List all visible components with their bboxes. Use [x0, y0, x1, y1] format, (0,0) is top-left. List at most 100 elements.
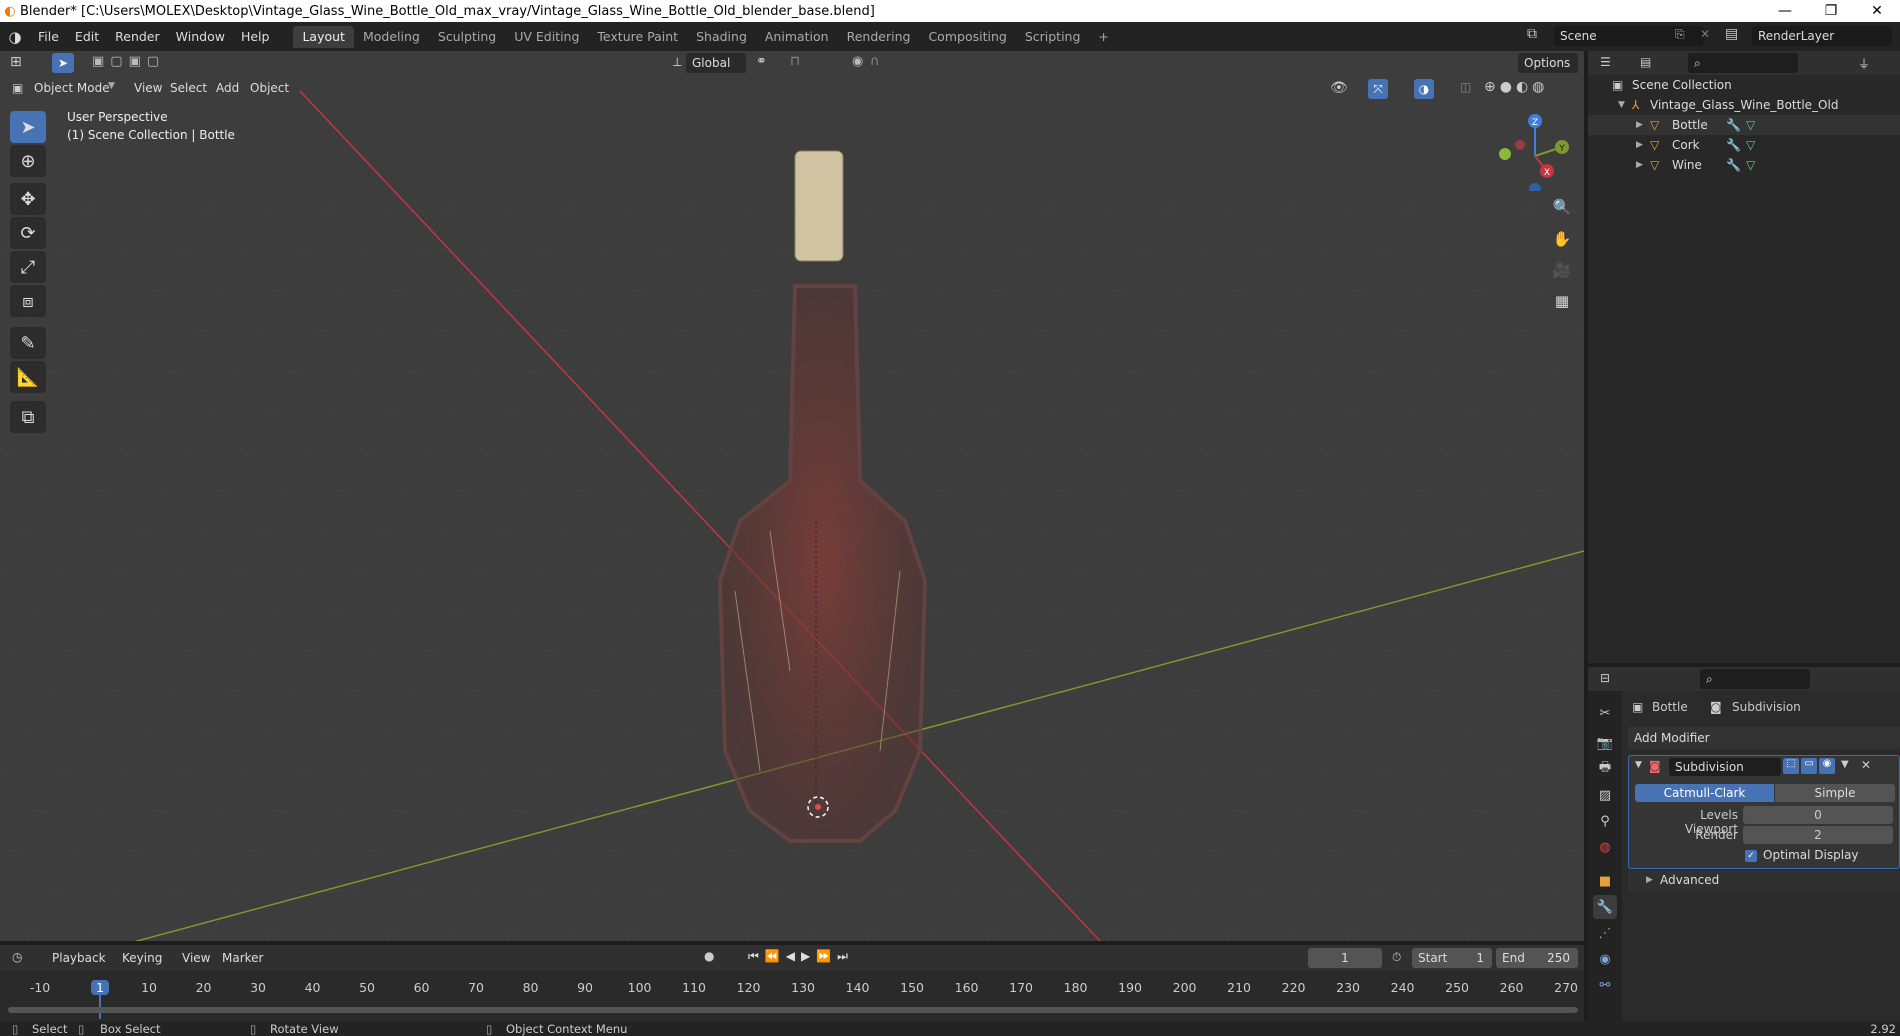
modifier-menu-chevron-icon[interactable]: ▼: [1841, 759, 1849, 770]
properties-editor-icon[interactable]: ⊟: [1600, 671, 1610, 685]
output-tab-icon[interactable]: 🖶: [1593, 757, 1617, 781]
tool-move[interactable]: ✥: [10, 183, 46, 215]
object-tab-icon[interactable]: ■: [1593, 869, 1617, 893]
tab-rendering[interactable]: Rendering: [838, 26, 920, 48]
tab-animation[interactable]: Animation: [756, 26, 838, 48]
xray-icon[interactable]: ◫: [1460, 80, 1471, 94]
menu-object[interactable]: Object: [244, 77, 295, 99]
tab-layout[interactable]: Layout: [293, 26, 354, 48]
tool-measure[interactable]: 📐: [10, 361, 46, 393]
camera-view-button[interactable]: 🎥: [1548, 256, 1576, 284]
render-tab-icon[interactable]: 📷: [1593, 731, 1617, 755]
zoom-view-button[interactable]: 🔍: [1548, 193, 1576, 221]
scene-icon[interactable]: ⧉: [1527, 26, 1537, 42]
overlay-toggle-icon[interactable]: ◑: [1414, 79, 1434, 99]
new-scene-icon[interactable]: ⎘: [1675, 27, 1685, 42]
properties-search-input[interactable]: ⌕: [1700, 669, 1810, 689]
mode-select[interactable]: Object Mode: [28, 77, 116, 99]
navigation-gizmo[interactable]: Z Y X: [1490, 111, 1570, 191]
timeline-scrollbar[interactable]: [8, 1007, 1578, 1013]
editor-type-icon[interactable]: ⊞: [10, 54, 22, 70]
modifier-name-input[interactable]: Subdivision: [1669, 758, 1781, 776]
add-modifier-button[interactable]: Add Modifier: [1628, 727, 1900, 749]
tool-add-cube[interactable]: ⧉: [10, 401, 46, 433]
expand-chevron-icon[interactable]: ▼: [1618, 95, 1625, 115]
cork-model[interactable]: [794, 150, 844, 262]
tab-shading[interactable]: Shading: [687, 26, 756, 48]
outliner-search-input[interactable]: ⌕: [1688, 53, 1798, 73]
menu-select[interactable]: Select: [164, 77, 213, 99]
pan-view-button[interactable]: ✋: [1548, 225, 1576, 253]
options-dropdown[interactable]: Options: [1518, 53, 1578, 73]
expand-chevron-icon[interactable]: ▶: [1636, 135, 1643, 155]
menu-help[interactable]: Help: [233, 22, 278, 51]
filter-icon[interactable]: ⏚: [1858, 55, 1870, 72]
add-workspace-button[interactable]: +: [1089, 26, 1117, 48]
outliner-collection-row[interactable]: ▼ ⅄ Vintage_Glass_Wine_Bottle_Old: [1588, 95, 1900, 115]
select-tool-icon[interactable]: ➤: [52, 53, 74, 73]
viewport-display-toggle-icon[interactable]: ▭: [1801, 758, 1817, 774]
tool-select-box[interactable]: ➤: [10, 111, 46, 143]
catmull-clark-button[interactable]: Catmull-Clark: [1635, 784, 1774, 802]
tab-modeling[interactable]: Modeling: [354, 26, 429, 48]
physics-tab-icon[interactable]: ◉: [1593, 947, 1617, 971]
tool-cursor[interactable]: ⊕: [10, 145, 46, 177]
expand-chevron-icon[interactable]: ▶: [1636, 155, 1643, 175]
menu-view[interactable]: View: [128, 77, 168, 99]
display-mode-icon[interactable]: ▤: [1640, 55, 1651, 69]
visibility-eye-icon[interactable]: 👁: [1330, 80, 1348, 96]
tab-texture-paint[interactable]: Texture Paint: [588, 26, 687, 48]
blender-menu-icon[interactable]: ◑: [0, 28, 30, 46]
tool-transform[interactable]: ⧈: [10, 285, 46, 317]
transform-orientation-select[interactable]: Global: [686, 53, 746, 73]
orientation-icon[interactable]: ⊥: [672, 55, 682, 69]
ortho-toggle-button[interactable]: ▦: [1548, 287, 1576, 315]
outliner-item-cork[interactable]: ▶ ▽ Cork 🔧 ▽: [1588, 135, 1900, 155]
proportional-edit-icon[interactable]: ◉: [852, 54, 863, 69]
tool-scale[interactable]: ⤢: [10, 251, 46, 283]
expand-chevron-icon[interactable]: ▶: [1636, 115, 1643, 135]
viewport-3d[interactable]: ⊞ ➤ ▣▢▣▢ ⊥ Global ⚭ ⊓ ◉ ∩ Options ▣ Obje…: [0, 51, 1584, 941]
levels-viewport-field[interactable]: 0: [1743, 806, 1893, 824]
menu-edit[interactable]: Edit: [67, 22, 107, 51]
outliner-item-bottle[interactable]: ▶ ▽ Bottle 🔧 ▽: [1588, 115, 1900, 135]
pivot-icon[interactable]: ⚭: [756, 54, 767, 69]
tab-scripting[interactable]: Scripting: [1016, 26, 1090, 48]
selection-mode-icons[interactable]: ▣▢▣▢: [92, 54, 165, 69]
world-tab-icon[interactable]: ◍: [1593, 835, 1617, 859]
render-levels-field[interactable]: 2: [1743, 826, 1893, 844]
tab-compositing[interactable]: Compositing: [919, 26, 1015, 48]
constraints-tab-icon[interactable]: ⚯: [1593, 973, 1617, 997]
particles-tab-icon[interactable]: ⋰: [1593, 921, 1617, 945]
tab-sculpting[interactable]: Sculpting: [429, 26, 505, 48]
edit-mode-toggle-icon[interactable]: ⬚: [1783, 758, 1799, 774]
restore-button[interactable]: ❐: [1808, 0, 1854, 22]
outliner-editor-icon[interactable]: ☰: [1600, 55, 1611, 69]
outliner-scene-collection[interactable]: ▣ Scene Collection: [1588, 75, 1900, 95]
gizmo-toggle-icon[interactable]: ⤧: [1368, 79, 1388, 99]
close-button[interactable]: ✕: [1854, 0, 1900, 22]
render-layer-selector[interactable]: RenderLayer: [1752, 26, 1892, 46]
render-layer-icon[interactable]: ▤: [1725, 26, 1738, 42]
tool-annotate[interactable]: ✎: [10, 327, 46, 359]
view-layer-tab-icon[interactable]: ▨: [1593, 783, 1617, 807]
delete-scene-icon[interactable]: ✕: [1700, 27, 1710, 41]
modifier-tab-icon[interactable]: 🔧: [1593, 895, 1617, 919]
simple-button[interactable]: Simple: [1775, 784, 1895, 802]
optimal-display-checkbox[interactable]: ✓: [1745, 850, 1757, 862]
tab-uv-editing[interactable]: UV Editing: [505, 26, 588, 48]
snap-icon[interactable]: ⊓: [790, 54, 800, 69]
menu-add[interactable]: Add: [210, 77, 245, 99]
shading-mode-icons[interactable]: ⊕●◐◍: [1484, 79, 1548, 95]
falloff-icon[interactable]: ∩: [870, 54, 880, 69]
menu-window[interactable]: Window: [168, 22, 233, 51]
scene-tab-icon[interactable]: ⚲: [1593, 809, 1617, 833]
outliner-item-wine[interactable]: ▶ ▽ Wine 🔧 ▽: [1588, 155, 1900, 175]
minimize-button[interactable]: —: [1762, 0, 1808, 22]
tool-rotate[interactable]: ⟳: [10, 217, 46, 249]
collapse-chevron-icon[interactable]: ▼: [1635, 760, 1642, 770]
advanced-section[interactable]: ▶ Advanced: [1628, 871, 1900, 891]
render-toggle-icon[interactable]: ◉: [1819, 758, 1835, 774]
menu-file[interactable]: File: [30, 22, 67, 51]
remove-modifier-icon[interactable]: ✕: [1861, 758, 1871, 772]
